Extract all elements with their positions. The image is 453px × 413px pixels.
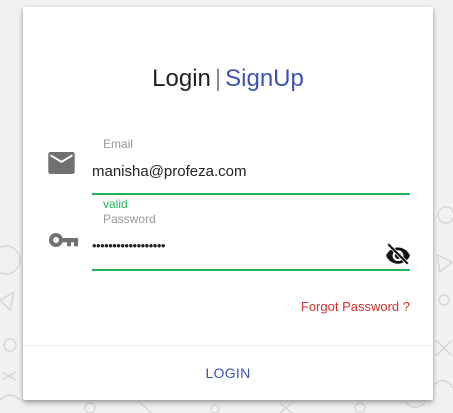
login-card: Login|SignUp Email valid Password Forgot… xyxy=(23,7,433,400)
key-icon xyxy=(48,231,78,254)
email-icon-svg xyxy=(48,152,75,174)
auth-tab-header: Login | SignUp xyxy=(23,65,433,93)
email-underline xyxy=(92,193,410,195)
email-label: Email xyxy=(103,137,134,151)
password-input[interactable] xyxy=(92,234,372,256)
password-underline xyxy=(92,269,410,271)
password-label: Password xyxy=(103,212,156,226)
email-valid-hint: valid xyxy=(103,197,128,211)
visibility-off-icon[interactable] xyxy=(385,242,411,266)
email-icon xyxy=(48,152,75,179)
tab-login[interactable]: Login xyxy=(152,65,211,92)
key-icon-svg xyxy=(48,232,78,247)
forgot-password-link[interactable]: Forgot Password ? xyxy=(301,299,410,314)
email-input[interactable] xyxy=(92,160,410,182)
tab-signup[interactable]: SignUp xyxy=(225,65,304,92)
login-button[interactable]: LOGIN xyxy=(23,346,433,400)
tab-separator: | xyxy=(214,65,222,92)
visibility-off-icon-svg xyxy=(386,242,410,266)
